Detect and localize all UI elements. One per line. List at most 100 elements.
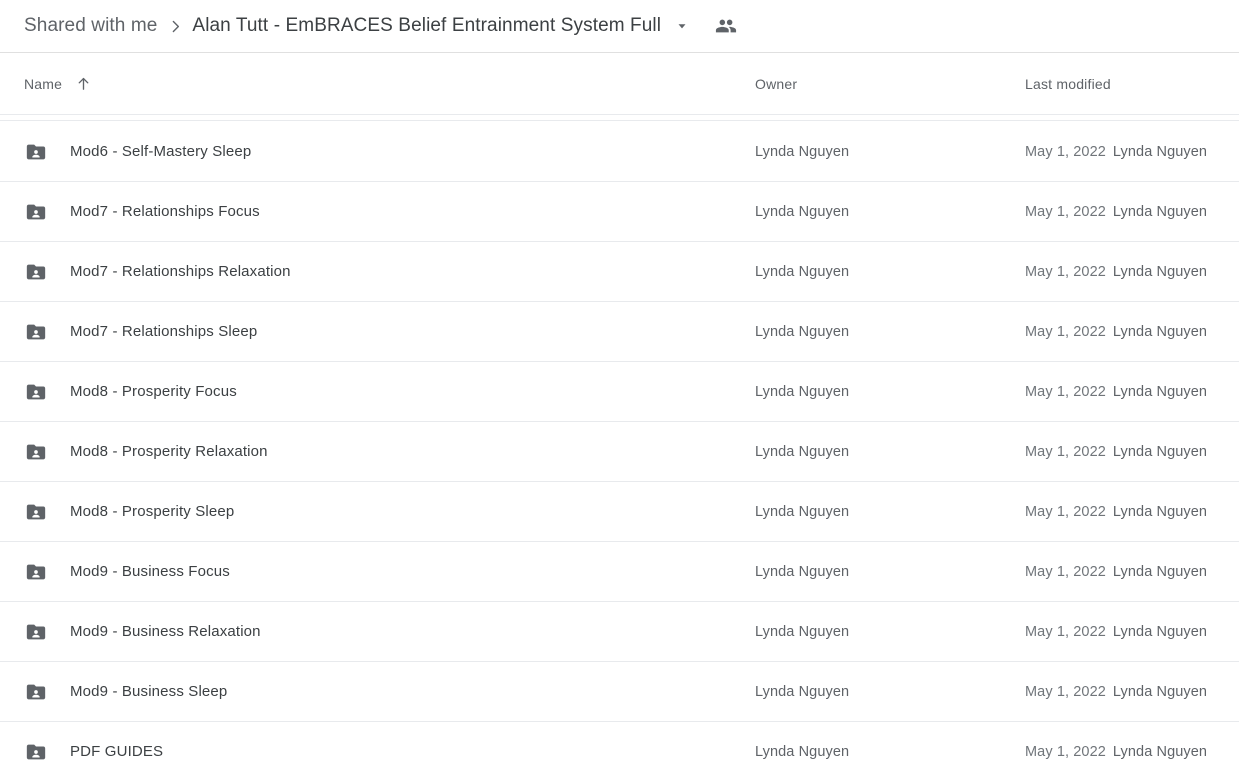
shared-folder-icon bbox=[24, 320, 48, 344]
file-name-cell[interactable]: Mod7 - Relationships Relaxation bbox=[24, 260, 755, 284]
shared-folder-icon bbox=[24, 380, 48, 404]
file-name-cell[interactable]: Mod8 - Prosperity Focus bbox=[24, 380, 755, 404]
file-modified-date: May 1, 2022 bbox=[1025, 263, 1106, 280]
column-header-name[interactable]: Name bbox=[24, 75, 755, 92]
file-last-modified-cell: May 1, 2022 Lynda Nguyen bbox=[1025, 624, 1239, 640]
shared-folder-icon bbox=[24, 260, 48, 284]
file-last-modified-cell: May 1, 2022 Lynda Nguyen bbox=[1025, 444, 1239, 460]
file-last-modified-cell: May 1, 2022 Lynda Nguyen bbox=[1025, 684, 1239, 700]
file-last-modified-cell: May 1, 2022 Lynda Nguyen bbox=[1025, 564, 1239, 580]
table-row[interactable]: Mod8 - Prosperity Sleep Lynda Nguyen May 1… bbox=[0, 482, 1239, 542]
file-name-label: Mod7 - Relationships Focus bbox=[70, 203, 260, 220]
file-name-label: PDF GUIDES bbox=[70, 743, 164, 760]
shared-folder-icon bbox=[24, 200, 48, 224]
chevron-right-icon bbox=[167, 18, 184, 35]
table-row[interactable]: Mod7 - Relationships Relaxation Lynda Ngu… bbox=[0, 242, 1239, 302]
file-modified-by: Lynda Nguyen bbox=[1112, 743, 1208, 760]
table-row[interactable]: Mod7 - Relationships Focus Lynda Nguyen Ma… bbox=[0, 182, 1239, 242]
file-name-label: Mod7 - Relationships Relaxation bbox=[70, 263, 291, 280]
file-modified-by: Lynda Nguyen bbox=[1112, 203, 1208, 220]
file-modified-date: May 1, 2022 bbox=[1025, 683, 1106, 700]
shared-folder-icon bbox=[24, 440, 48, 464]
file-last-modified-cell: May 1, 2022 Lynda Nguyen bbox=[1025, 384, 1239, 400]
file-modified-date: May 1, 2022 bbox=[1025, 743, 1106, 760]
column-header-last-modified[interactable]: Last modified bbox=[1025, 76, 1239, 92]
file-owner-label: Lynda Nguyen bbox=[755, 743, 850, 760]
file-modified-by: Lynda Nguyen bbox=[1112, 383, 1208, 400]
file-name-cell[interactable]: Mod9 - Business Relaxation bbox=[24, 620, 755, 644]
table-row[interactable]: Mod9 - Business Focus Lynda Nguyen May 1, … bbox=[0, 542, 1239, 602]
file-name-cell[interactable]: Mod7 - Relationships Focus bbox=[24, 200, 755, 224]
file-modified-by: Lynda Nguyen bbox=[1112, 623, 1208, 640]
file-last-modified-cell: May 1, 2022 Lynda Nguyen bbox=[1025, 324, 1239, 340]
file-last-modified-cell: May 1, 2022 Lynda Nguyen bbox=[1025, 744, 1239, 760]
table-row[interactable]: Mod9 - Business Sleep Lynda Nguyen May 1, … bbox=[0, 662, 1239, 722]
table-row[interactable]: Mod7 - Relationships Sleep Lynda Nguyen Ma… bbox=[0, 302, 1239, 362]
file-name-cell[interactable]: PDF GUIDES bbox=[24, 740, 755, 764]
file-modified-by: Lynda Nguyen bbox=[1112, 503, 1208, 520]
file-name-label: Mod7 - Relationships Sleep bbox=[70, 323, 258, 340]
file-owner-label: Lynda Nguyen bbox=[755, 683, 850, 700]
file-list: Mod6 - Self-Mastery Sleep Lynda Nguyen May… bbox=[0, 122, 1239, 777]
shared-folder-icon bbox=[24, 560, 48, 584]
shared-folder-icon bbox=[24, 680, 48, 704]
file-owner-label: Lynda Nguyen bbox=[755, 203, 850, 220]
file-owner-label: Lynda Nguyen bbox=[755, 443, 850, 460]
table-row[interactable]: Mod9 - Business Relaxation Lynda Nguyen Ma… bbox=[0, 602, 1239, 662]
file-modified-date: May 1, 2022 bbox=[1025, 563, 1106, 580]
breadcrumb-current-folder: Alan Tutt - EmBRACES Belief Entrainment … bbox=[192, 15, 662, 36]
shared-folder-icon bbox=[24, 140, 48, 164]
file-modified-date: May 1, 2022 bbox=[1025, 323, 1106, 340]
file-modified-by: Lynda Nguyen bbox=[1112, 263, 1208, 280]
file-name-label: Mod9 - Business Focus bbox=[70, 563, 230, 580]
file-last-modified-cell: May 1, 2022 Lynda Nguyen bbox=[1025, 504, 1239, 520]
table-row[interactable]: Mod6 - Self-Mastery Sleep Lynda Nguyen May… bbox=[0, 122, 1239, 182]
people-icon[interactable] bbox=[713, 13, 739, 39]
file-name-label: Mod9 - Business Sleep bbox=[70, 683, 228, 700]
file-name-label: Mod8 - Prosperity Sleep bbox=[70, 503, 235, 520]
table-row[interactable]: PDF GUIDES Lynda Nguyen May 1, 2022 Lynda N… bbox=[0, 722, 1239, 777]
file-name-label: Mod9 - Business Relaxation bbox=[70, 623, 261, 640]
file-last-modified-cell: May 1, 2022 Lynda Nguyen bbox=[1025, 264, 1239, 280]
column-header-row: Name Owner Last modified bbox=[0, 53, 1239, 121]
chevron-down-icon[interactable] bbox=[675, 19, 689, 33]
shared-folder-icon bbox=[24, 500, 48, 524]
file-name-cell[interactable]: Mod8 - Prosperity Relaxation bbox=[24, 440, 755, 464]
file-name-cell[interactable]: Mod7 - Relationships Sleep bbox=[24, 320, 755, 344]
file-owner-label: Lynda Nguyen bbox=[755, 563, 850, 580]
file-name-cell[interactable]: Mod9 - Business Focus bbox=[24, 560, 755, 584]
table-row[interactable]: Mod8 - Prosperity Focus Lynda Nguyen May 1… bbox=[0, 362, 1239, 422]
shared-folder-icon bbox=[24, 740, 48, 764]
file-name-label: Mod8 - Prosperity Relaxation bbox=[70, 443, 268, 460]
shared-folder-icon bbox=[24, 620, 48, 644]
file-modified-date: May 1, 2022 bbox=[1025, 623, 1106, 640]
file-modified-date: May 1, 2022 bbox=[1025, 143, 1106, 160]
file-name-label: Mod6 - Self-Mastery Sleep bbox=[70, 143, 252, 160]
file-owner-label: Lynda Nguyen bbox=[755, 623, 850, 640]
file-last-modified-cell: May 1, 2022 Lynda Nguyen bbox=[1025, 144, 1239, 160]
file-modified-date: May 1, 2022 bbox=[1025, 503, 1106, 520]
file-owner-label: Lynda Nguyen bbox=[755, 143, 850, 160]
file-name-label: Mod8 - Prosperity Focus bbox=[70, 383, 237, 400]
file-name-cell[interactable]: Mod6 - Self-Mastery Sleep bbox=[24, 140, 755, 164]
file-modified-by: Lynda Nguyen bbox=[1112, 443, 1208, 460]
file-owner-label: Lynda Nguyen bbox=[755, 263, 850, 280]
breadcrumb: Shared with me Alan Tutt - EmBRACES Beli… bbox=[0, 0, 1239, 53]
file-modified-by: Lynda Nguyen bbox=[1112, 683, 1208, 700]
file-owner-label: Lynda Nguyen bbox=[755, 503, 850, 520]
file-name-cell[interactable]: Mod8 - Prosperity Sleep bbox=[24, 500, 755, 524]
file-modified-by: Lynda Nguyen bbox=[1112, 323, 1208, 340]
file-modified-date: May 1, 2022 bbox=[1025, 383, 1106, 400]
file-owner-label: Lynda Nguyen bbox=[755, 383, 850, 400]
file-name-cell[interactable]: Mod9 - Business Sleep bbox=[24, 680, 755, 704]
column-header-owner[interactable]: Owner bbox=[755, 76, 1025, 92]
file-last-modified-cell: May 1, 2022 Lynda Nguyen bbox=[1025, 204, 1239, 220]
file-owner-label: Lynda Nguyen bbox=[755, 323, 850, 340]
file-modified-date: May 1, 2022 bbox=[1025, 443, 1106, 460]
file-modified-by: Lynda Nguyen bbox=[1112, 143, 1208, 160]
table-row[interactable]: Mod8 - Prosperity Relaxation Lynda Nguyen… bbox=[0, 422, 1239, 482]
arrow-up-icon[interactable] bbox=[75, 75, 92, 92]
breadcrumb-parent-link[interactable]: Shared with me bbox=[24, 15, 157, 37]
file-modified-date: May 1, 2022 bbox=[1025, 203, 1106, 220]
file-modified-by: Lynda Nguyen bbox=[1112, 563, 1208, 580]
